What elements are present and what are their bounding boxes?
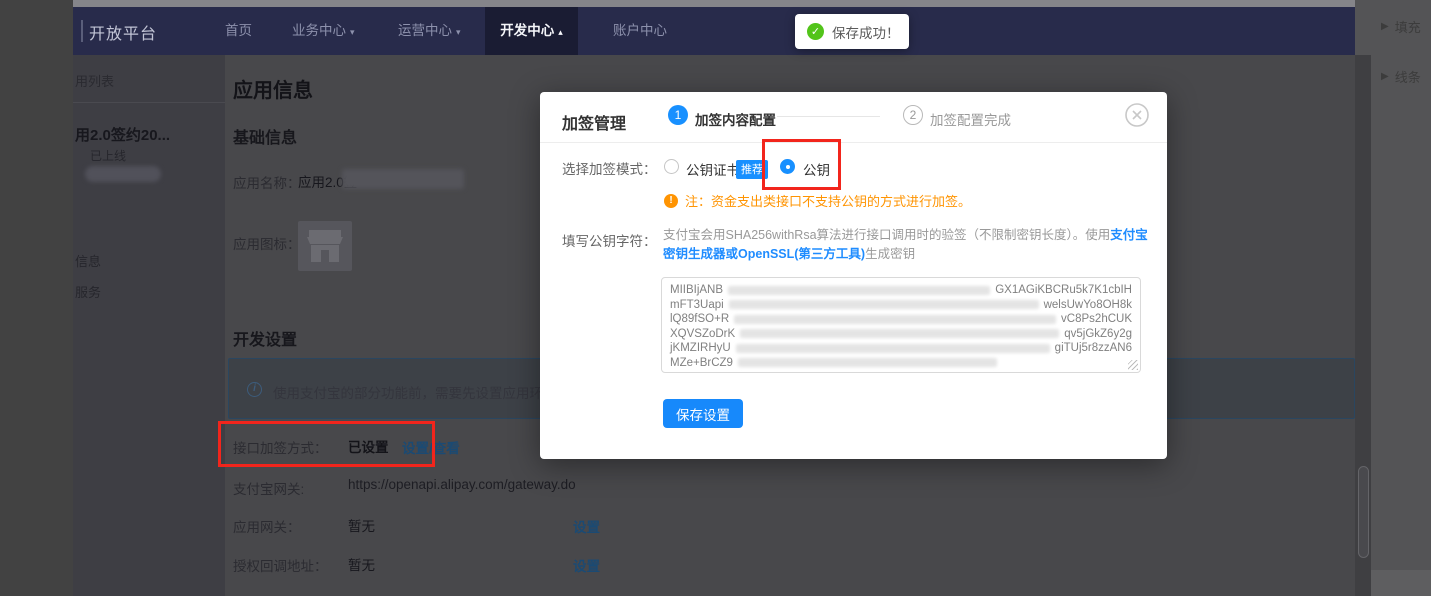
annotation-rect-sign-mode — [218, 421, 435, 467]
step-1-label: 加签内容配置 — [695, 109, 776, 129]
openssl-link[interactable]: 或OpenSSL(第三方工具) — [726, 247, 866, 261]
basic-info-section-title: 基础信息 — [233, 124, 297, 148]
app-gateway-value: 暂无 — [348, 515, 375, 535]
modal-title: 加签管理 — [562, 110, 626, 134]
public-key-help-text: 支付宝会用SHA256withRsa算法进行接口调用时的验签（不限制密钥长度）。… — [663, 226, 1153, 264]
nav-item-business-center[interactable]: 业务中心▾ — [292, 7, 355, 55]
public-key-textarea[interactable]: MIIBIjANBGX1AGiKBCRu5k7K1cbIH mFT3Uapiwe… — [661, 277, 1141, 373]
screen: ▶ 填充 ▶ 线条 开放平台 首页 业务中心▾ 运营中心▾ 开发中心▴ 账户中心… — [0, 0, 1431, 596]
nav-item-account-center[interactable]: 账户中心 — [613, 7, 667, 55]
scrollbar-thumb[interactable] — [1358, 466, 1369, 558]
modal-header-divider — [540, 142, 1167, 143]
sidebar: 用列表 用2.0签约20... 已上线 信息 服务 — [73, 55, 225, 596]
backdrop-left — [0, 0, 73, 596]
step-2-indicator: 2 — [903, 105, 923, 125]
chevron-down-icon: ▾ — [350, 27, 355, 37]
auth-callback-value: 暂无 — [348, 554, 375, 574]
brand-divider — [81, 20, 83, 42]
sidebar-item-services[interactable]: 服务 — [75, 282, 101, 301]
scrollbar-track[interactable] — [1355, 55, 1371, 596]
warning-icon: ! — [664, 194, 678, 208]
redacted-key-segment — [729, 300, 1039, 309]
panel-item-label: 填充 — [1395, 17, 1421, 36]
textarea-resize-handle[interactable] — [1128, 360, 1138, 370]
brand-title: 开放平台 — [89, 20, 157, 44]
success-toast: ✓ 保存成功！ — [795, 14, 909, 49]
chevron-down-icon: ▾ — [456, 27, 461, 37]
app-gateway-label: 应用网关： — [233, 516, 301, 536]
sidebar-divider — [73, 102, 225, 103]
app-icon-label: 应用图标： — [233, 233, 301, 253]
nav-item-home[interactable]: 首页 — [225, 7, 252, 55]
storefront-icon — [305, 228, 345, 264]
radio-public-key-cert-label[interactable]: 公钥证书 — [686, 159, 740, 179]
redacted-key-segment — [740, 329, 1059, 338]
top-nav: 开放平台 首页 业务中心▾ 运营中心▾ 开发中心▴ 账户中心 — [73, 7, 1355, 55]
panel-item-line[interactable]: ▶ 线条 — [1381, 67, 1421, 86]
info-icon: i — [247, 382, 262, 397]
toast-text: 保存成功！ — [832, 22, 900, 42]
redacted-key-segment — [728, 286, 990, 295]
gateway-label: 支付宝网关: — [233, 478, 304, 498]
sidebar-app-list-label[interactable]: 用列表 — [75, 71, 114, 90]
caret-right-icon: ▶ — [1381, 21, 1389, 32]
check-circle-icon: ✓ — [807, 23, 824, 40]
auth-callback-set-link[interactable]: 设置 — [573, 555, 600, 575]
nav-item-operation-center[interactable]: 运营中心▾ — [398, 7, 461, 55]
panel-item-fill[interactable]: ▶ 填充 — [1381, 17, 1421, 36]
step-2-label: 加签配置完成 — [930, 109, 1011, 129]
sidebar-app-title[interactable]: 用2.0签约20... — [75, 124, 170, 145]
nav-item-dev-center[interactable]: 开发中心▴ — [485, 7, 578, 55]
annotation-rect-public-key — [762, 139, 841, 190]
dev-settings-section-title: 开发设置 — [233, 326, 297, 350]
step-connector — [777, 116, 880, 117]
note-text: 注：资金支出类接口不支持公钥的方式进行加签。 — [685, 191, 971, 210]
app-name-label: 应用名称： — [233, 172, 301, 192]
redacted-key-segment — [734, 315, 1056, 324]
sidebar-app-id-redacted — [85, 166, 161, 182]
gateway-value: https://openapi.alipay.com/gateway.do — [348, 477, 576, 492]
panel-item-label: 线条 — [1395, 67, 1421, 86]
app-icon — [298, 221, 352, 271]
app-gateway-set-link[interactable]: 设置 — [573, 516, 600, 536]
save-settings-button[interactable]: 保存设置 — [663, 399, 743, 428]
sidebar-app-status: 已上线 — [90, 147, 126, 164]
public-key-field-label: 填写公钥字符： — [562, 230, 657, 250]
close-icon[interactable] — [1124, 102, 1150, 128]
auth-callback-label: 授权回调地址： — [233, 555, 328, 575]
window-top-edge — [73, 0, 1355, 7]
caret-right-icon: ▶ — [1381, 71, 1389, 82]
radio-public-key-cert[interactable] — [664, 159, 679, 174]
page-title: 应用信息 — [233, 74, 313, 103]
sidebar-item-info[interactable]: 信息 — [75, 251, 101, 270]
fund-payout-note: ! 注：资金支出类接口不支持公钥的方式进行加签。 — [664, 191, 971, 210]
sign-management-modal: 加签管理 1 加签内容配置 2 加签配置完成 选择加签模式： 公钥证书 推荐 公… — [540, 92, 1167, 459]
redacted-key-segment — [736, 344, 1050, 353]
redacted-key-segment — [738, 358, 997, 367]
sign-mode-select-label: 选择加签模式： — [562, 158, 657, 178]
step-1-indicator: 1 — [668, 105, 688, 125]
app-name-redacted — [342, 169, 464, 189]
chevron-up-icon: ▴ — [558, 27, 563, 37]
